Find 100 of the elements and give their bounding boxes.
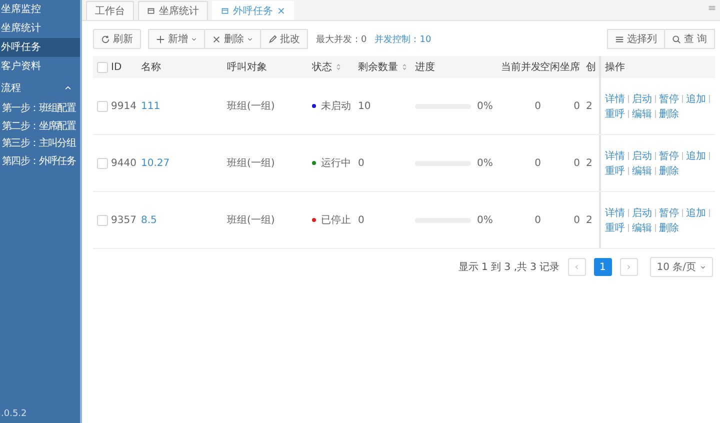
- sidebar-group[interactable]: 流程: [1, 81, 21, 95]
- column-header[interactable]: 状态: [312, 60, 342, 74]
- table-cell-text: 班组(一组): [227, 214, 275, 227]
- checkbox[interactable]: [97, 214, 108, 226]
- sidebar-subitem[interactable]: 第二步：坐席配置: [0, 118, 76, 135]
- table-cell: 0: [358, 214, 364, 226]
- checkbox[interactable]: [97, 100, 108, 112]
- sidebar-subitem[interactable]: 第四步：外呼任务: [0, 152, 76, 170]
- column-header: 操作: [599, 56, 720, 78]
- task-name-link[interactable]: 111: [141, 100, 160, 112]
- sort-icon: [401, 63, 408, 71]
- table-cell: 0: [574, 214, 580, 226]
- action-link[interactable]: 编辑: [632, 164, 652, 178]
- table-cell: 0: [358, 158, 364, 168]
- pencil-icon: [268, 34, 277, 44]
- sidebar-item[interactable]: 客户资料: [0, 57, 80, 76]
- action-link[interactable]: 启动: [632, 92, 652, 106]
- column-header: ID: [111, 62, 122, 72]
- action-link[interactable]: 追加: [686, 92, 706, 106]
- table-cell: 0: [574, 100, 580, 112]
- tab[interactable]: 外呼任务 ×: [212, 1, 294, 20]
- sidebar-subitem[interactable]: 第三步：主叫分组: [0, 135, 76, 152]
- progress-text: 0%: [477, 100, 493, 112]
- sort-icon: [335, 63, 342, 71]
- concurrency-link[interactable]: 并发控制：10: [374, 32, 432, 46]
- action-link[interactable]: 详情: [605, 148, 625, 162]
- page-size-select[interactable]: 10 条/页: [650, 257, 713, 277]
- table-cell: 2: [586, 100, 592, 112]
- caret-icon: [247, 36, 253, 42]
- action-link[interactable]: 重呼: [605, 164, 625, 178]
- toolbar-button[interactable]: 新增: [148, 29, 205, 49]
- toolbar-button[interactable]: 批改: [260, 29, 308, 49]
- toolbar-button[interactable]: 选择列: [606, 29, 665, 49]
- column-header: 空闲坐席: [540, 60, 580, 74]
- action-link[interactable]: 编辑: [632, 106, 652, 120]
- tab-icon: [221, 7, 229, 15]
- task-name-link[interactable]: 8.5: [141, 214, 157, 226]
- action-link[interactable]: 详情: [605, 206, 625, 220]
- column-header[interactable]: 剩余数量: [358, 60, 408, 74]
- table-cell: 0: [534, 158, 541, 168]
- table-cell: 10: [358, 100, 371, 112]
- next-page-button[interactable]: ›: [620, 258, 638, 276]
- progress-text: 0%: [477, 214, 493, 226]
- tab[interactable]: 工作台: [86, 1, 134, 20]
- action-link[interactable]: 删除: [659, 106, 679, 120]
- action-link[interactable]: 追加: [686, 206, 706, 220]
- sidebar-item[interactable]: 外呼任务: [0, 38, 80, 57]
- table-cell-text: 班组(一组): [227, 156, 275, 170]
- sidebar-subitem[interactable]: 第一步：班组配置: [0, 100, 76, 118]
- action-link[interactable]: 编辑: [632, 220, 652, 234]
- sidebar-item[interactable]: 坐席统计: [0, 19, 80, 38]
- caret-icon: [700, 264, 706, 270]
- table-cell: 9357: [111, 214, 136, 226]
- toolbar-button[interactable]: 删除: [204, 29, 261, 49]
- checkbox[interactable]: [97, 62, 108, 72]
- version-text: .0.5.2: [0, 409, 27, 421]
- table-cell: 0: [574, 158, 580, 168]
- sidebar-item[interactable]: 坐席监控: [0, 0, 80, 19]
- table-cell: 9440: [111, 158, 136, 168]
- table-cell-text: 班组(一组): [227, 100, 275, 113]
- column-header: 当前并发: [501, 60, 541, 74]
- close-button[interactable]: ×: [277, 6, 286, 16]
- toolbar-button[interactable]: 刷新: [93, 29, 141, 49]
- column-header: 进度: [415, 60, 435, 74]
- action-link[interactable]: 重呼: [605, 220, 625, 234]
- action-link[interactable]: 暂停: [659, 206, 679, 220]
- search-icon: [672, 34, 681, 44]
- action-link[interactable]: 重呼: [605, 106, 625, 120]
- caret-icon: [191, 36, 197, 42]
- checkbox[interactable]: [97, 158, 108, 168]
- table-cell: 0: [534, 214, 541, 226]
- action-link[interactable]: 暂停: [659, 92, 679, 106]
- column-header: 创: [586, 61, 596, 74]
- pagination-summary: 显示 1 到 3 ,共 3 记录: [458, 260, 560, 274]
- column-header: 呼叫对象: [227, 60, 267, 74]
- status-text: 已停止: [321, 214, 351, 227]
- action-link[interactable]: 启动: [632, 206, 652, 220]
- action-link[interactable]: 启动: [632, 148, 652, 162]
- prev-page-button[interactable]: ‹: [568, 258, 586, 276]
- table-cell: 0: [534, 100, 541, 112]
- action-link[interactable]: 暂停: [659, 148, 679, 162]
- column-header: 名称: [141, 61, 161, 74]
- table-cell: 9914: [111, 100, 136, 112]
- list-icon: [614, 34, 624, 44]
- progress-text: 0%: [477, 158, 493, 168]
- action-link[interactable]: 详情: [605, 92, 625, 106]
- stat-text: 最大并发：0: [316, 34, 367, 46]
- tab[interactable]: 坐席统计: [138, 1, 208, 20]
- status-text: 运行中: [321, 156, 351, 170]
- table-cell: 2: [586, 158, 592, 168]
- menu-icon: [708, 4, 716, 12]
- page-button[interactable]: 1: [594, 258, 612, 276]
- toolbar-button[interactable]: 查 询: [664, 29, 715, 49]
- task-name-link[interactable]: 10.27: [141, 158, 170, 168]
- action-link[interactable]: 删除: [659, 164, 679, 178]
- action-link[interactable]: 删除: [659, 220, 679, 234]
- plus-icon: [156, 34, 165, 44]
- table-cell: 2: [586, 214, 592, 226]
- action-link[interactable]: 追加: [686, 148, 706, 162]
- cross-icon: [212, 34, 221, 44]
